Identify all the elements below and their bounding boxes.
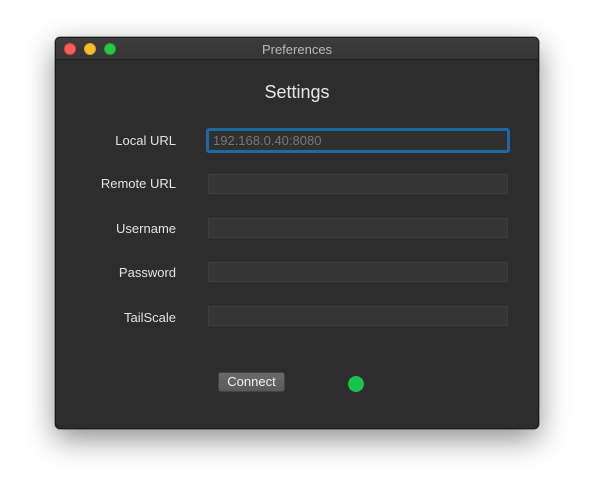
- local-url-label: Local URL: [115, 133, 176, 148]
- local-url-input[interactable]: [206, 128, 510, 153]
- username-input[interactable]: [208, 218, 508, 238]
- remote-url-label: Remote URL: [100, 176, 176, 191]
- password-label: Password: [118, 265, 176, 280]
- tailscale-label: TailScale: [123, 310, 176, 325]
- password-input[interactable]: [208, 262, 508, 282]
- username-label: Username: [116, 221, 176, 236]
- title-bar[interactable]: Preferences: [56, 38, 538, 60]
- window-title: Preferences: [261, 42, 333, 57]
- remote-url-input[interactable]: [208, 174, 508, 194]
- preferences-window: Preferences Settings Local URL Remote UR…: [55, 37, 539, 429]
- tailscale-input[interactable]: [208, 306, 508, 326]
- settings-heading: Settings: [264, 82, 330, 102]
- connection-status-icon: [348, 376, 364, 392]
- connect-button[interactable]: Connect: [218, 372, 285, 392]
